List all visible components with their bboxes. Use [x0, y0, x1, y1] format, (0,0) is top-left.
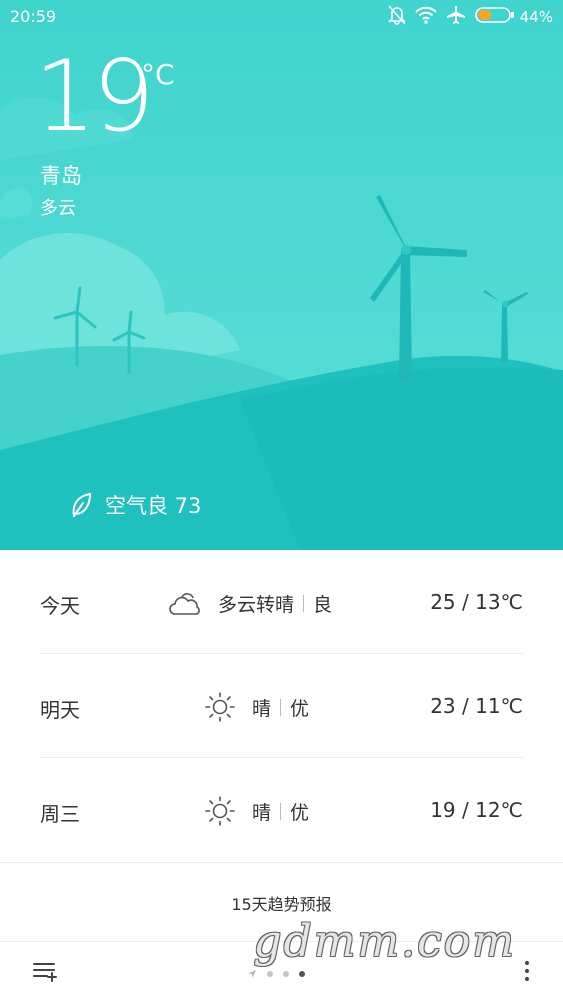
- trend-label: 15天趋势预报: [231, 895, 332, 914]
- sunny-icon: [205, 692, 235, 722]
- forecast-condition: 晴: [252, 697, 272, 720]
- forecast-temp-range: 19 / 12℃: [430, 798, 523, 822]
- air-quality-text: 空气良 73: [105, 494, 202, 518]
- divider: [280, 698, 282, 716]
- page-dot[interactable]: [283, 970, 289, 977]
- current-condition: 多云: [40, 198, 76, 219]
- forecast-weather: 晴 优: [202, 692, 309, 722]
- wifi-icon: [414, 6, 437, 28]
- forecast-aqi: 优: [290, 801, 310, 824]
- battery-icon: [474, 7, 515, 27]
- page-dot-active[interactable]: [299, 970, 305, 977]
- status-time: 20:59: [10, 7, 57, 26]
- location-arrow-icon: [247, 964, 257, 983]
- forecast-condition: 晴: [252, 801, 272, 824]
- forecast-temp-range: 25 / 13℃: [430, 590, 523, 614]
- sunny-icon: [205, 796, 235, 826]
- page-dot[interactable]: [267, 970, 273, 977]
- airplane-icon: [446, 5, 466, 29]
- status-bar: 20:59 44%: [0, 0, 563, 34]
- mute-bell-icon: [387, 5, 406, 29]
- air-quality-link[interactable]: 空气良 73: [70, 490, 201, 520]
- forecast-day: 明天: [40, 698, 80, 722]
- forecast-list: 今天 多云转晴 良 25 / 13℃ 明天 晴 优 23 / 11℃ 周三 晴 …: [0, 550, 563, 862]
- weather-hero: 20:59 44% 19 °C 青岛 多云 空气良 73: [0, 0, 563, 550]
- forecast-condition: 多云转晴: [218, 593, 295, 616]
- forecast-weather: 晴 优: [202, 796, 309, 826]
- forecast-row[interactable]: 明天 晴 优 23 / 11℃: [40, 654, 523, 758]
- city-list-icon[interactable]: [30, 958, 60, 984]
- divider: [280, 802, 282, 820]
- page-indicator: [247, 964, 315, 983]
- city-name[interactable]: 青岛: [40, 160, 82, 190]
- bottom-bar: [0, 942, 563, 1000]
- forecast-row[interactable]: 周三 晴 优 19 / 12℃: [40, 758, 523, 862]
- temperature-unit: °C: [141, 58, 175, 91]
- divider: [303, 594, 305, 612]
- cloudy-icon: [169, 593, 200, 615]
- current-temperature: 19: [34, 40, 155, 154]
- leaf-icon: [72, 492, 92, 517]
- forecast-day: 周三: [40, 802, 80, 826]
- battery-percent: 44%: [519, 8, 553, 26]
- forecast-temp-range: 23 / 11℃: [430, 694, 523, 718]
- forecast-aqi: 优: [290, 697, 310, 720]
- forecast-aqi: 良: [313, 593, 333, 616]
- forecast-weather: 多云转晴 良: [168, 588, 332, 618]
- more-options-icon[interactable]: [523, 958, 531, 984]
- forecast-day: 今天: [40, 594, 80, 618]
- forecast-row[interactable]: 今天 多云转晴 良 25 / 13℃: [40, 550, 523, 654]
